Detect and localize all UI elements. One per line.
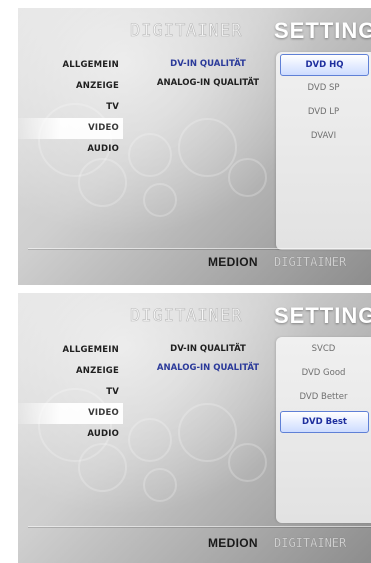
option-svcd[interactable]: SVCD (276, 337, 371, 361)
background-ring-decoration (228, 158, 267, 197)
menu-item-anzeige[interactable]: ANZEIGE (18, 76, 123, 97)
background-ring-decoration (78, 158, 127, 207)
page-title: SETTINGS (274, 18, 371, 43)
footer-divider (28, 526, 371, 527)
digitainer-wordmark: DIGITAINER (130, 21, 243, 42)
video-submenu: DV-IN QUALITÄT ANALOG-IN QUALITÄT (138, 340, 278, 378)
submenu-item-dv-in-quality[interactable]: DV-IN QUALITÄT (138, 55, 278, 74)
background-ring-decoration (228, 443, 267, 482)
footer: MEDION DIGITAINER (196, 255, 371, 271)
option-dvd-best[interactable]: DVD Best (280, 411, 369, 433)
background-ring-decoration (178, 118, 237, 177)
background-ring-decoration (78, 443, 127, 492)
background-ring-decoration (178, 403, 237, 462)
menu-item-audio[interactable]: AUDIO (18, 424, 123, 445)
background-ring-decoration (143, 183, 177, 217)
category-menu: ALLGEMEIN ANZEIGE TV VIDEO AUDIO (18, 55, 123, 160)
footer-divider (28, 248, 371, 249)
page-title: SETTINGS (274, 303, 371, 328)
option-dvd-lp[interactable]: DVD LP (276, 100, 371, 124)
menu-item-video[interactable]: VIDEO (18, 118, 123, 139)
quality-options-list: DVD HQ DVD SP DVD LP DVAVI (276, 52, 371, 250)
footer: MEDION DIGITAINER (196, 536, 371, 552)
menu-item-tv[interactable]: TV (18, 382, 123, 403)
header: DIGITAINER SETTINGS (118, 18, 371, 43)
option-dvavi[interactable]: DVAVI (276, 124, 371, 148)
footer-digitainer-wordmark: DIGITAINER (274, 536, 347, 551)
option-dvd-sp[interactable]: DVD SP (276, 76, 371, 100)
menu-item-allgemein[interactable]: ALLGEMEIN (18, 340, 123, 361)
category-menu: ALLGEMEIN ANZEIGE TV VIDEO AUDIO (18, 340, 123, 445)
background-ring-decoration (128, 133, 172, 177)
menu-item-allgemein[interactable]: ALLGEMEIN (18, 55, 123, 76)
menu-item-anzeige[interactable]: ANZEIGE (18, 361, 123, 382)
header: DIGITAINER SETTINGS (118, 303, 371, 328)
video-submenu: DV-IN QUALITÄT ANALOG-IN QUALITÄT (138, 55, 278, 93)
medion-logo: MEDION (208, 255, 258, 269)
submenu-item-dv-in-quality[interactable]: DV-IN QUALITÄT (138, 340, 278, 359)
background-ring-decoration (128, 418, 172, 462)
option-dvd-better[interactable]: DVD Better (276, 385, 371, 409)
submenu-item-analog-in-quality[interactable]: ANALOG-IN QUALITÄT (138, 74, 278, 93)
option-dvd-hq[interactable]: DVD HQ (280, 54, 369, 76)
menu-item-tv[interactable]: TV (18, 97, 123, 118)
menu-item-video[interactable]: VIDEO (18, 403, 123, 424)
option-dvd-good[interactable]: DVD Good (276, 361, 371, 385)
digitainer-wordmark: DIGITAINER (130, 306, 243, 327)
quality-options-list: SVCD DVD Good DVD Better DVD Best (276, 337, 371, 523)
footer-digitainer-wordmark: DIGITAINER (274, 255, 347, 270)
submenu-item-analog-in-quality[interactable]: ANALOG-IN QUALITÄT (138, 359, 278, 378)
menu-item-audio[interactable]: AUDIO (18, 139, 123, 160)
settings-screen-2: DIGITAINER SETTINGS ALLGEMEIN ANZEIGE TV… (18, 293, 371, 563)
background-ring-decoration (143, 468, 177, 502)
medion-logo: MEDION (208, 536, 258, 550)
settings-screen-1: DIGITAINER SETTINGS ALLGEMEIN ANZEIGE TV… (18, 8, 371, 285)
